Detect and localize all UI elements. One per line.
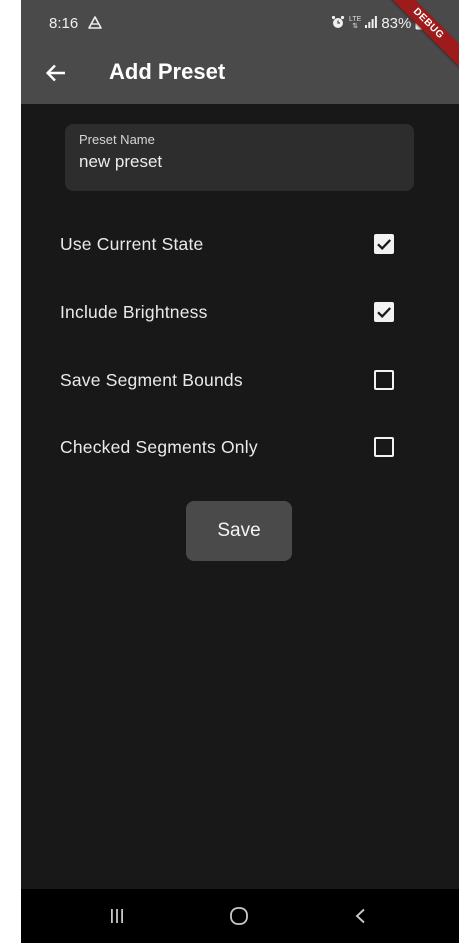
data-arrows-icon: ⇅	[352, 23, 359, 30]
option-label: Use Current State	[60, 233, 204, 254]
option-include-brightness[interactable]: Include Brightness	[60, 292, 405, 332]
page-title: Add Preset	[109, 59, 226, 84]
back-button[interactable]	[41, 60, 71, 90]
option-use-current-state[interactable]: Use Current State	[60, 224, 405, 264]
checkbox-checked[interactable]	[374, 234, 394, 254]
checkbox-checked[interactable]	[374, 302, 394, 322]
nav-back-button[interactable]	[346, 901, 376, 931]
signal-icon	[365, 15, 378, 31]
option-checked-segments-only[interactable]: Checked Segments Only	[60, 427, 405, 467]
home-icon	[230, 907, 248, 925]
arrow-back-icon	[45, 62, 67, 89]
recent-apps-icon	[111, 909, 123, 923]
preset-name-input[interactable]	[79, 148, 399, 176]
option-save-segment-bounds[interactable]: Save Segment Bounds	[60, 360, 405, 400]
home-button[interactable]	[224, 901, 254, 931]
recent-apps-button[interactable]	[102, 901, 132, 931]
preset-name-field[interactable]: Preset Name	[65, 124, 414, 191]
option-label: Include Brightness	[60, 301, 208, 322]
lte-indicator: LTE ⇅	[349, 16, 361, 30]
option-label: Save Segment Bounds	[60, 369, 243, 390]
status-bar: 8:16 LTE ⇅ 83% DEBUG	[21, 0, 459, 69]
option-label: Checked Segments Only	[60, 436, 258, 457]
back-icon	[355, 908, 365, 924]
status-time: 8:16	[49, 15, 79, 32]
preset-name-label: Preset Name	[79, 132, 155, 147]
check-icon	[377, 307, 392, 319]
checkbox-unchecked[interactable]	[374, 437, 394, 457]
app-screen: 8:16 LTE ⇅ 83% DEBUG Add Preset Preset N…	[21, 0, 459, 943]
check-icon	[377, 239, 392, 251]
system-nav-bar	[21, 889, 459, 943]
app-bar: Add Preset	[21, 48, 459, 104]
drive-icon	[87, 15, 103, 31]
save-button[interactable]: Save	[186, 501, 292, 561]
checkbox-unchecked[interactable]	[374, 370, 394, 390]
header: 8:16 LTE ⇅ 83% DEBUG Add Preset	[21, 0, 459, 104]
alarm-icon	[331, 15, 345, 32]
network-type: LTE	[349, 16, 362, 23]
battery-level: 83%	[381, 14, 412, 32]
